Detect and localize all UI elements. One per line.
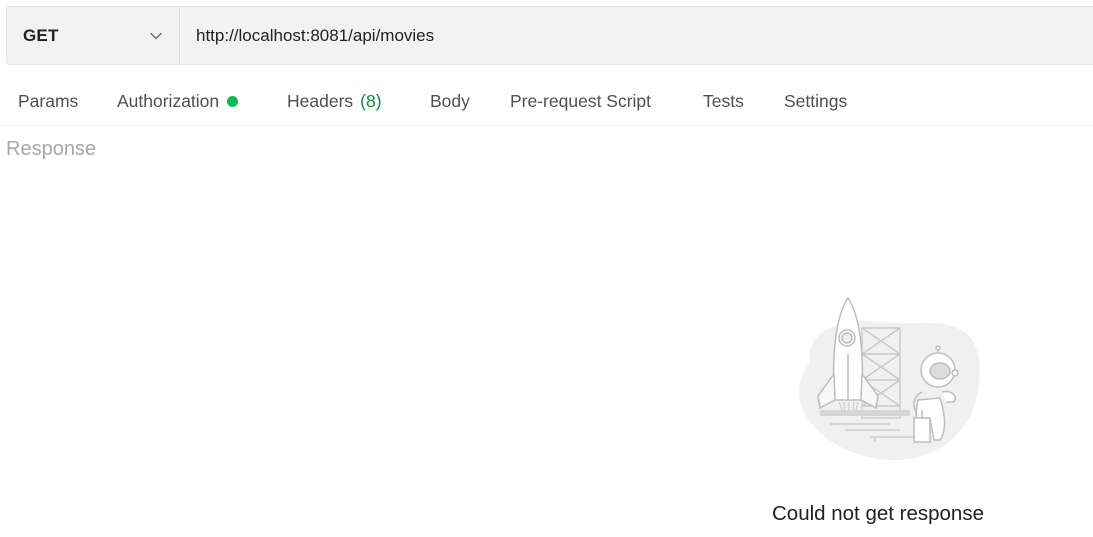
tab-headers[interactable]: Headers (8) [287, 77, 382, 126]
tab-settings-label: Settings [784, 91, 848, 111]
method-select[interactable]: GET [7, 7, 180, 64]
request-panel: GET Params Authorization Headers (8) Bod… [0, 0, 1093, 537]
request-tabs: Params Authorization Headers (8) Body Pr… [0, 77, 1093, 126]
tab-settings[interactable]: Settings [784, 77, 847, 126]
tab-authorization-label: Authorization [117, 91, 220, 111]
tab-headers-label: Headers [287, 91, 354, 111]
tab-body-label: Body [430, 91, 470, 111]
tab-pre-request-script[interactable]: Pre-request Script [510, 77, 651, 126]
tab-body[interactable]: Body [430, 77, 470, 126]
tab-tests[interactable]: Tests [703, 77, 744, 126]
method-label: GET [23, 25, 59, 45]
tab-authorization[interactable]: Authorization [117, 77, 239, 126]
tab-params[interactable]: Params [18, 77, 78, 126]
status-dot-icon [227, 96, 239, 107]
response-heading: Response [6, 138, 97, 160]
chevron-down-icon [149, 29, 163, 43]
tab-params-label: Params [18, 91, 79, 111]
tab-tests-label: Tests [703, 91, 744, 111]
url-bar: GET [6, 6, 1093, 65]
tab-pre-request-script-label: Pre-request Script [510, 91, 652, 111]
rocket-astronaut-illustration [790, 292, 990, 467]
headers-count: (8) [360, 91, 382, 111]
empty-response-message: Could not get response [772, 502, 984, 525]
url-input[interactable] [180, 7, 1093, 64]
